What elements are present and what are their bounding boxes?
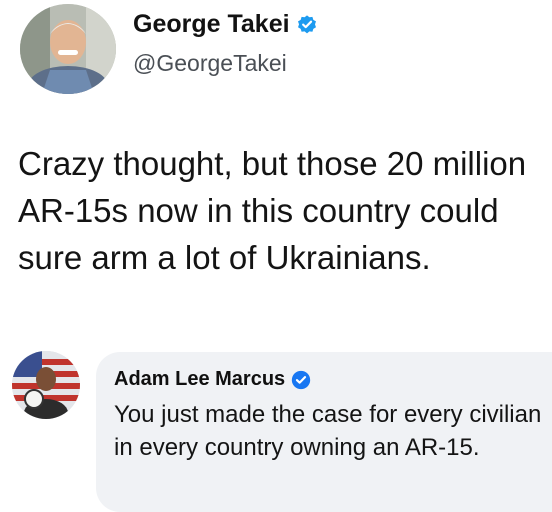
tweet-author-name[interactable]: George Takei — [133, 10, 318, 39]
tweet-author-handle[interactable]: @GeorgeTakei — [133, 50, 287, 77]
reply-author-name-text: Adam Lee Marcus — [114, 368, 286, 390]
reply-author-avatar[interactable] — [12, 351, 80, 419]
reply-author-name[interactable]: Adam Lee Marcus — [114, 368, 311, 391]
tweet-author-avatar[interactable] — [20, 4, 116, 94]
verified-badge-icon — [291, 370, 311, 390]
avatar-photo — [20, 4, 116, 94]
tweet-text: Crazy thought, but those 20 million AR-1… — [18, 145, 527, 276]
reply-text: You just made the case for every civilia… — [114, 401, 542, 461]
tweet-author-name-text: George Takei — [133, 10, 290, 38]
avatar-photo — [12, 351, 80, 419]
verified-badge-icon — [296, 14, 318, 36]
